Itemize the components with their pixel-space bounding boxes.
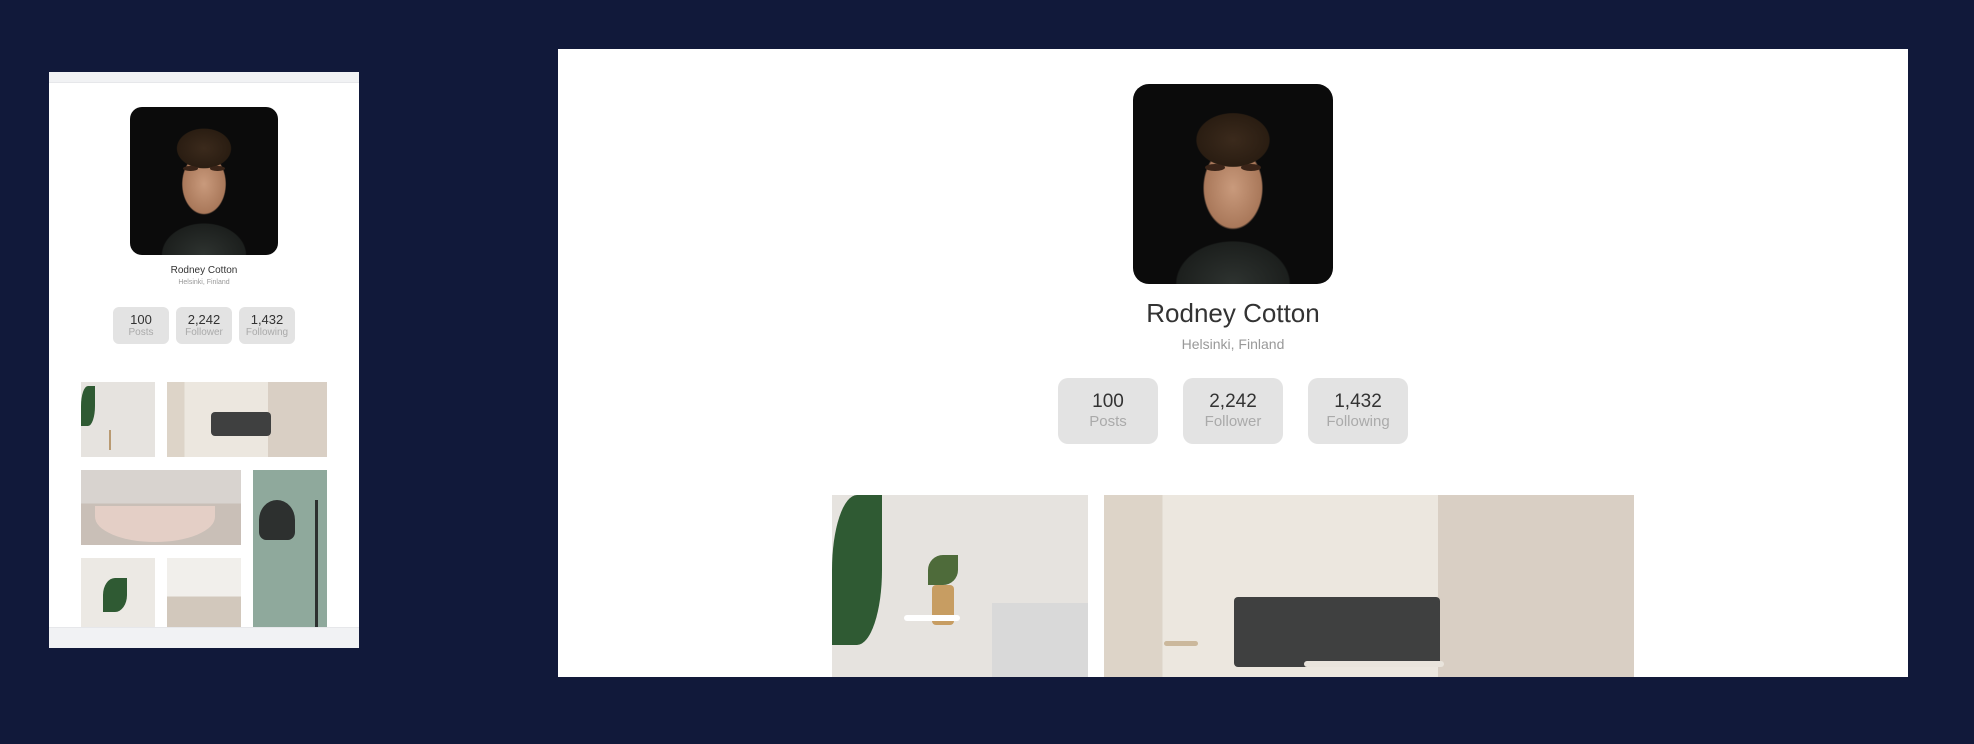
- stat-posts[interactable]: 100 Posts: [113, 307, 169, 344]
- stat-value: 1,432: [1334, 391, 1382, 412]
- stat-value: 2,242: [1209, 391, 1257, 412]
- stat-following[interactable]: 1,432 Following: [1308, 378, 1408, 444]
- desktop-preview: Rodney Cotton Helsinki, Finland 100 Post…: [558, 49, 1908, 677]
- stat-label: Follower: [1204, 413, 1262, 430]
- stat-value: 100: [1092, 391, 1124, 412]
- stat-label: Follower: [185, 327, 223, 338]
- stat-follower[interactable]: 2,242 Follower: [176, 307, 232, 344]
- gallery-photo-living-room[interactable]: [832, 495, 1088, 677]
- gallery-photo-coffee-table[interactable]: [167, 558, 241, 628]
- gallery-photo-plant[interactable]: [81, 558, 155, 628]
- stat-label: Posts: [1089, 413, 1127, 430]
- stat-posts[interactable]: 100 Posts: [1058, 378, 1158, 444]
- stats-row: 100 Posts 2,242 Follower 1,432 Following: [49, 307, 359, 344]
- stat-value: 100: [130, 312, 152, 327]
- stat-label: Posts: [128, 327, 154, 338]
- mobile-status-bar: [49, 72, 359, 83]
- stats-row: 100 Posts 2,242 Follower 1,432 Following: [558, 378, 1908, 444]
- mobile-preview: Rodney Cotton Helsinki, Finland 100 Post…: [49, 72, 359, 648]
- profile-location: Helsinki, Finland: [178, 279, 230, 286]
- gallery-photo-floor-lamp[interactable]: [253, 470, 327, 628]
- stat-label: Following: [245, 327, 289, 338]
- avatar[interactable]: [1133, 84, 1333, 284]
- stat-follower[interactable]: 2,242 Follower: [1183, 378, 1283, 444]
- profile-name: Rodney Cotton: [1146, 298, 1320, 328]
- gallery-photo-sofa[interactable]: [1104, 495, 1634, 677]
- gallery-photo-sofa[interactable]: [167, 382, 327, 457]
- stat-value: 1,432: [250, 312, 284, 327]
- mobile-bottom-bar: [49, 627, 359, 648]
- stat-label: Following: [1326, 413, 1390, 430]
- stat-following[interactable]: 1,432 Following: [239, 307, 295, 344]
- profile-location: Helsinki, Finland: [1181, 336, 1285, 352]
- gallery-photo-bathtub[interactable]: [81, 470, 241, 545]
- avatar[interactable]: [130, 107, 278, 255]
- stat-value: 2,242: [187, 312, 221, 327]
- gallery-photo-living-room[interactable]: [81, 382, 155, 457]
- profile-name: Rodney Cotton: [170, 265, 238, 276]
